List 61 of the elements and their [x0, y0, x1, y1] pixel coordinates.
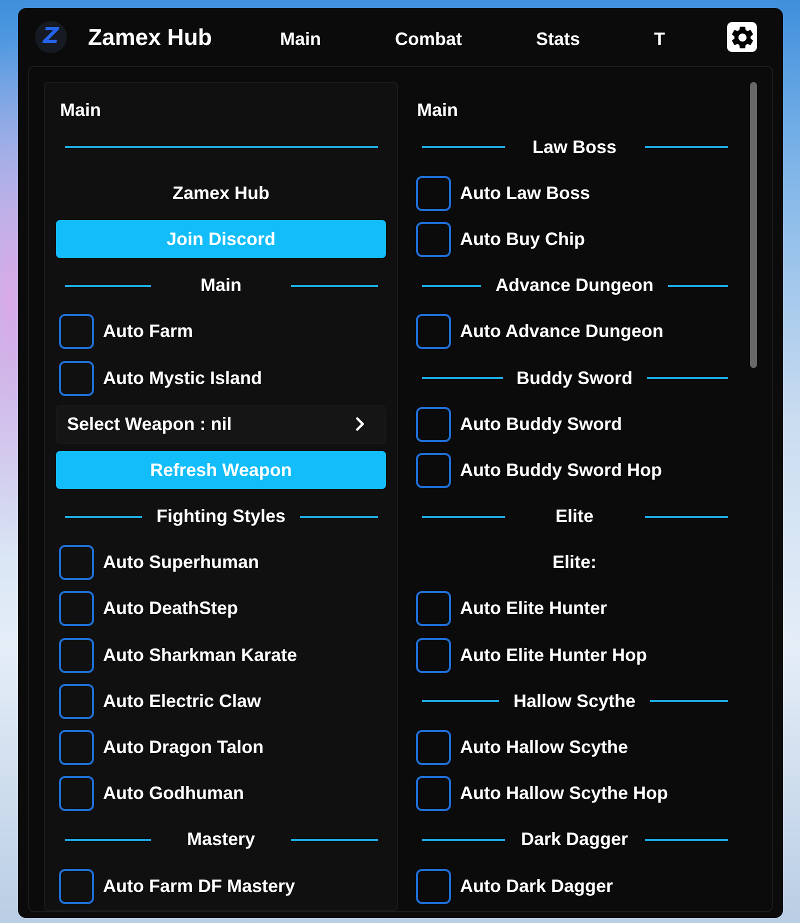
tab[interactable]: Stats [499, 21, 618, 57]
section-title: Dark Dagger [520, 829, 630, 850]
toggle-label: Auto Farm [103, 321, 193, 342]
section-title: Law Boss [531, 136, 618, 158]
checkbox[interactable] [416, 452, 451, 488]
checkbox[interactable] [416, 776, 451, 812]
checkbox[interactable] [59, 776, 94, 812]
scrollbar-thumb[interactable] [750, 82, 757, 368]
checkbox[interactable] [59, 730, 94, 766]
toggle-label: Auto DeathStep [103, 598, 238, 620]
tab[interactable]: Combat [358, 21, 499, 57]
column-heading: Main [59, 99, 102, 122]
info-label: Elite: [551, 552, 598, 574]
checkbox[interactable] [416, 591, 451, 626]
toggle-label: Auto Elite Hunter [460, 598, 607, 620]
toggle-label: Auto Mystic Island [103, 368, 262, 389]
window-title: Zamex Hub [88, 24, 212, 50]
checkbox[interactable] [416, 314, 451, 350]
info-label: Zamex Hub [171, 182, 271, 204]
checkbox[interactable] [59, 638, 94, 673]
section-title: Advance Dungeon [494, 275, 655, 296]
toggle-label: Auto Sharkman Karate [103, 644, 298, 666]
checkbox[interactable] [59, 684, 94, 719]
section-title: Mastery [186, 829, 256, 850]
checkbox[interactable] [59, 314, 94, 350]
toggle-label: Auto Buddy Sword Hop [460, 460, 662, 481]
checkbox[interactable] [416, 868, 451, 904]
checkbox[interactable] [416, 176, 451, 211]
toggle-label: Auto Farm DF Mastery [103, 876, 296, 897]
toggle-label: Auto Electric Claw [103, 690, 262, 712]
checkbox[interactable] [416, 222, 451, 257]
settings-button[interactable] [727, 22, 757, 52]
toggle-label: Auto Dark Dagger [460, 876, 614, 897]
toggle-label: Auto Hallow Scythe Hop [460, 783, 668, 804]
toggle-label: Auto Advance Dungeon [460, 321, 664, 342]
toggle-label: Auto Buddy Sword [460, 414, 622, 435]
checkbox[interactable] [416, 730, 451, 766]
tab[interactable]: T [617, 21, 702, 57]
checkbox[interactable] [59, 360, 94, 396]
section-title: Main [199, 275, 242, 296]
checkbox[interactable] [416, 638, 451, 673]
toggle-label: Auto Hallow Scythe [460, 737, 628, 758]
toggle-label: Auto Law Boss [460, 182, 590, 204]
hub-logo: Z [35, 21, 67, 53]
section-title: Fighting Styles [155, 506, 286, 528]
section-title: Elite [554, 506, 594, 528]
checkbox[interactable] [59, 591, 94, 626]
checkbox[interactable] [59, 868, 94, 904]
checkbox[interactable] [59, 545, 94, 580]
section-title: Buddy Sword [516, 368, 634, 389]
tab[interactable]: Main [242, 21, 358, 57]
toggle-label: Auto Dragon Talon [103, 737, 264, 758]
section-title: Hallow Scythe [512, 690, 637, 712]
dropdown-label: Select Weapon : nil [67, 414, 232, 435]
checkbox[interactable] [416, 406, 451, 442]
toggle-label: Auto Godhuman [103, 783, 244, 804]
toggle-label: Auto Buy Chip [460, 228, 585, 250]
weapon-dropdown[interactable]: Select Weapon : nil [56, 404, 386, 444]
toggle-label: Auto Superhuman [103, 552, 259, 574]
column-heading: Main [416, 99, 460, 122]
toggle-label: Auto Elite Hunter Hop [460, 644, 647, 666]
